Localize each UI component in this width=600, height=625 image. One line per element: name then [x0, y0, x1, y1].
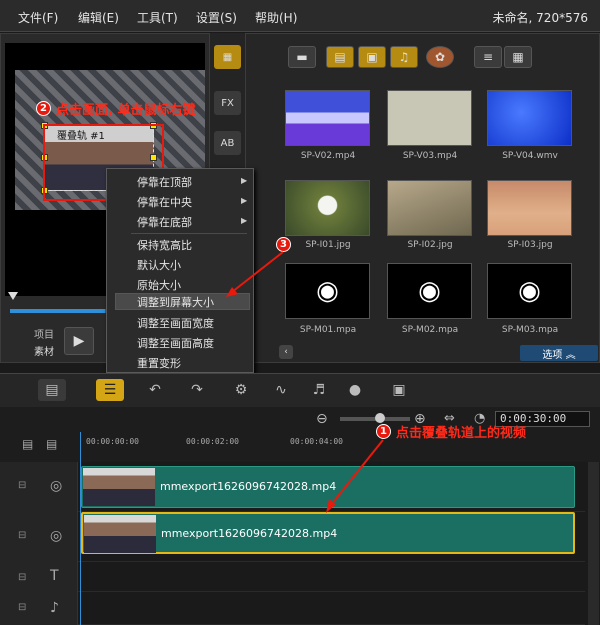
- annotation-arrow-1: [329, 439, 384, 507]
- annotation-arrow-3: [231, 251, 284, 293]
- annotation-arrows: [226, 251, 384, 513]
